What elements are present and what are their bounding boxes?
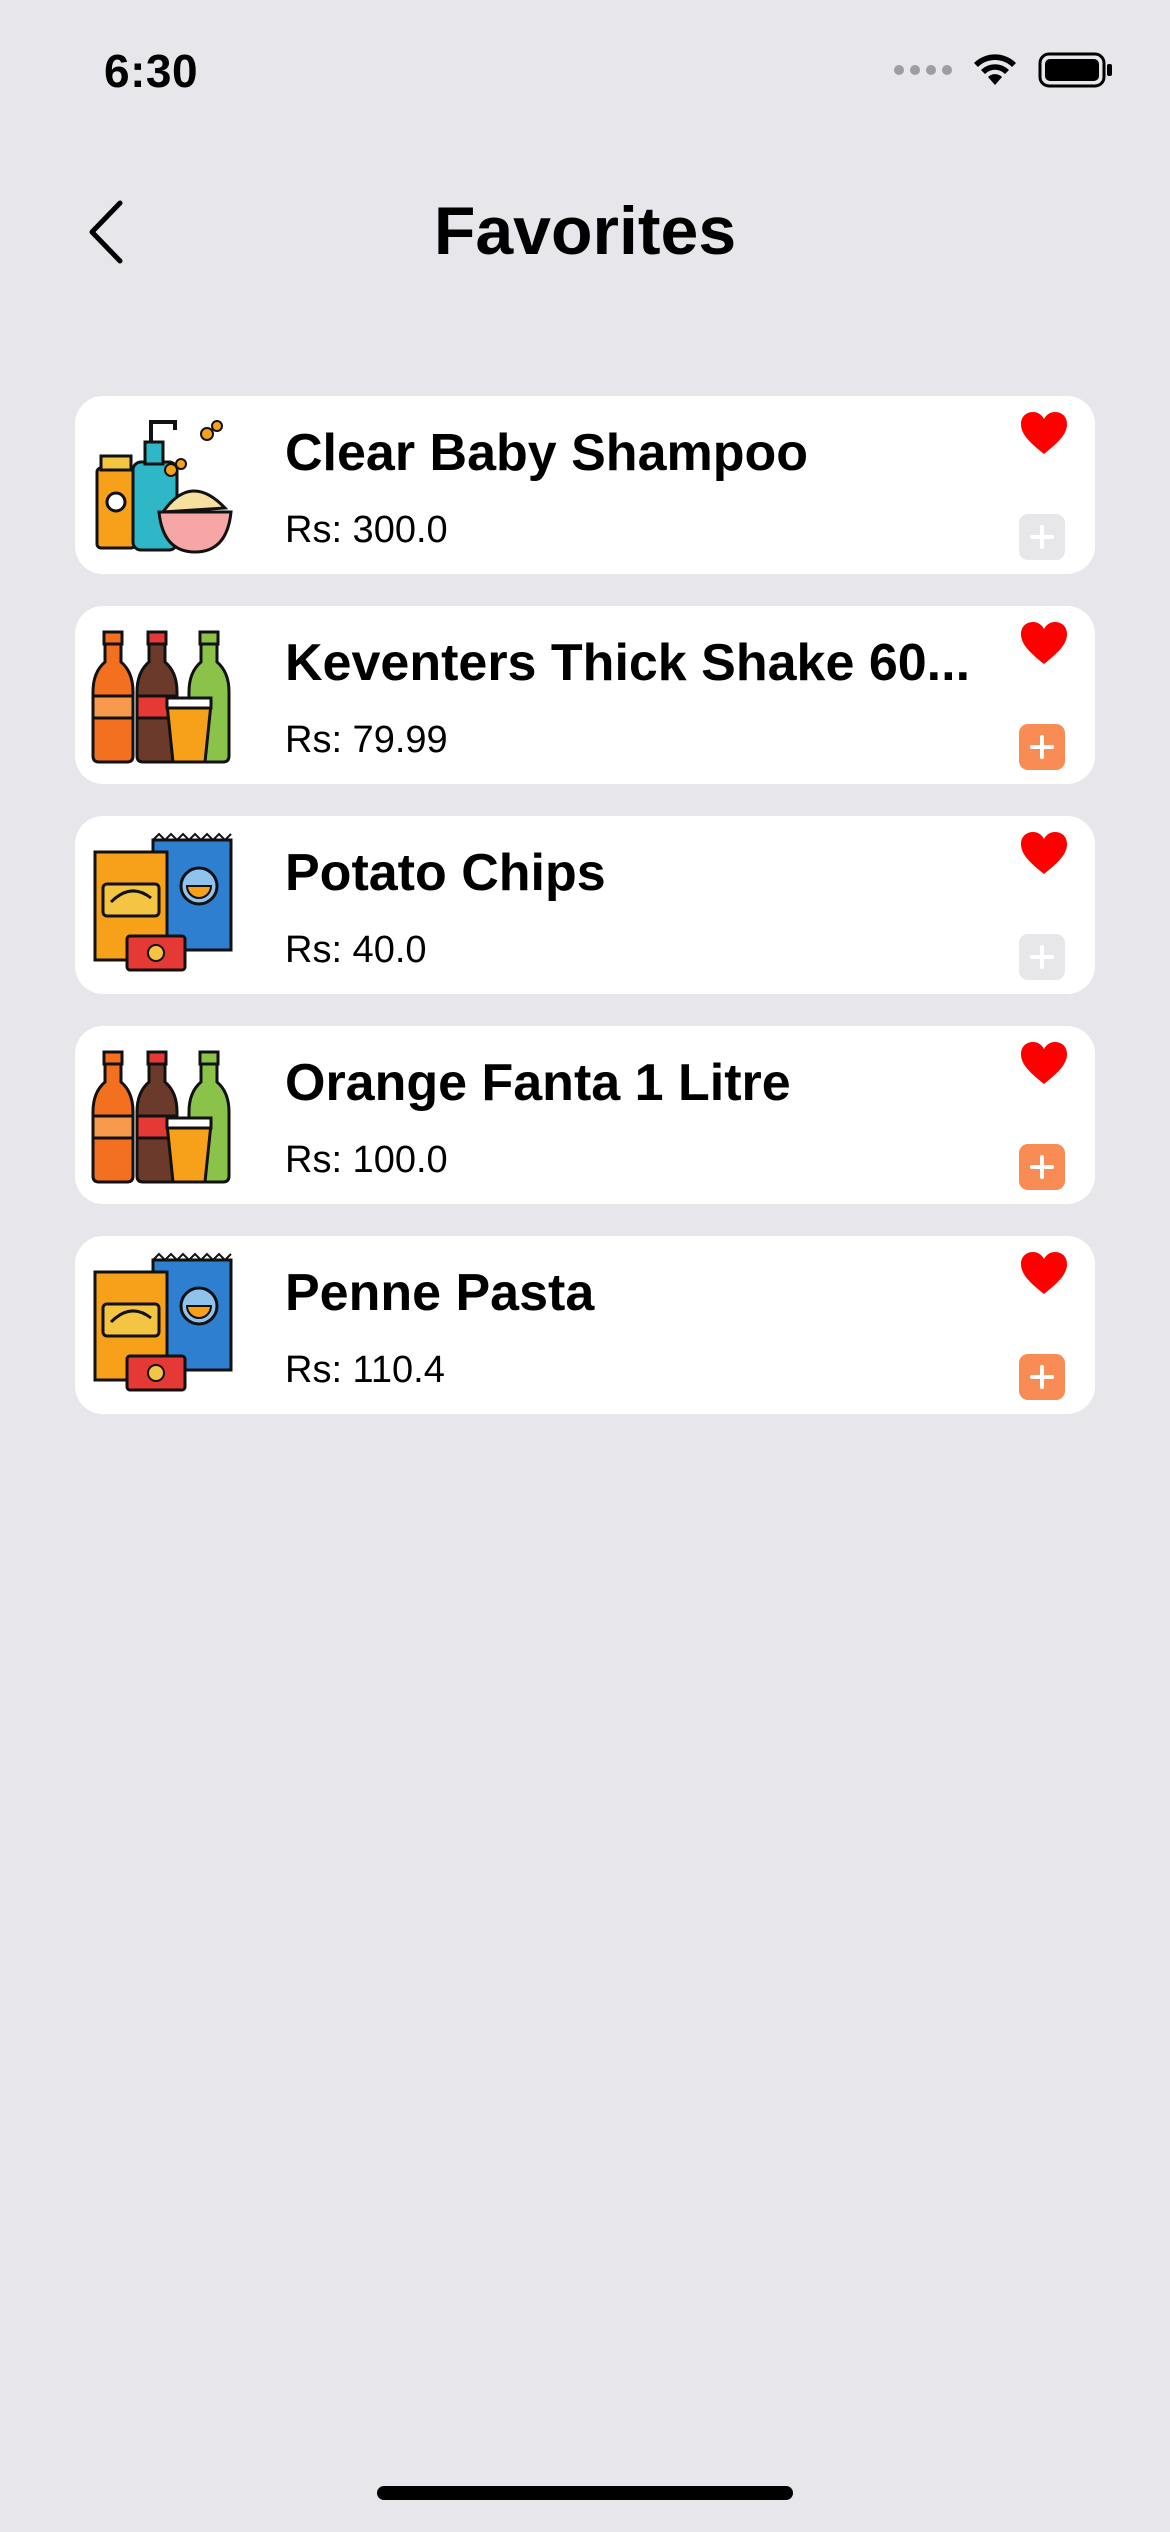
favorite-item[interactable]: Penne Pasta Rs: 110.4 (75, 1236, 1095, 1414)
favorite-heart-icon[interactable] (1019, 1250, 1069, 1296)
favorite-item[interactable]: Potato Chips Rs: 40.0 (75, 816, 1095, 994)
item-price: Rs: 79.99 (285, 719, 448, 761)
favorites-list: Clear Baby Shampoo Rs: 300.0 Keventers T… (75, 396, 1095, 1446)
add-to-cart-button[interactable] (1019, 934, 1065, 980)
add-to-cart-button[interactable] (1019, 1354, 1065, 1400)
favorite-item[interactable]: Keventers Thick Shake 60... Rs: 79.99 (75, 606, 1095, 784)
status-bar: 6:30 (0, 0, 1170, 140)
add-to-cart-button[interactable] (1019, 1144, 1065, 1190)
plus-icon (1030, 525, 1054, 549)
item-name: Orange Fanta 1 Litre (285, 1054, 791, 1112)
item-price: Rs: 110.4 (285, 1349, 445, 1391)
favorite-heart-icon[interactable] (1019, 1040, 1069, 1086)
favorite-item[interactable]: Orange Fanta 1 Litre Rs: 100.0 (75, 1026, 1095, 1204)
plus-icon (1030, 1155, 1054, 1179)
cellular-signal-icon (894, 65, 952, 75)
item-name: Clear Baby Shampoo (285, 424, 809, 482)
plus-icon (1030, 1365, 1054, 1389)
status-time: 6:30 (104, 45, 199, 97)
plus-icon (1030, 735, 1054, 759)
home-indicator[interactable] (377, 2486, 793, 2500)
plus-icon (1030, 945, 1054, 969)
navigation-bar: Favorites (0, 170, 1170, 290)
add-to-cart-button[interactable] (1019, 724, 1065, 770)
favorite-heart-icon[interactable] (1019, 410, 1069, 456)
item-price: Rs: 40.0 (285, 929, 427, 971)
page-title: Favorites (433, 193, 737, 269)
favorite-heart-icon[interactable] (1019, 620, 1069, 666)
item-name: Potato Chips (285, 844, 606, 902)
item-price: Rs: 300.0 (285, 509, 448, 551)
item-name: Penne Pasta (285, 1264, 595, 1322)
favorite-item[interactable]: Clear Baby Shampoo Rs: 300.0 (75, 396, 1095, 574)
battery-icon (1038, 52, 1112, 88)
favorite-heart-icon[interactable] (1019, 830, 1069, 876)
beverages-icon (91, 1050, 231, 1184)
add-to-cart-button[interactable] (1019, 514, 1065, 560)
item-name: Keventers Thick Shake 60... (285, 634, 971, 692)
baby-care-icon (95, 420, 233, 554)
wifi-icon (974, 54, 1016, 85)
beverages-icon (91, 630, 231, 764)
status-icons (894, 52, 1114, 88)
item-price: Rs: 100.0 (285, 1139, 448, 1181)
snacks-icon (93, 1252, 233, 1392)
snacks-icon (93, 832, 233, 972)
